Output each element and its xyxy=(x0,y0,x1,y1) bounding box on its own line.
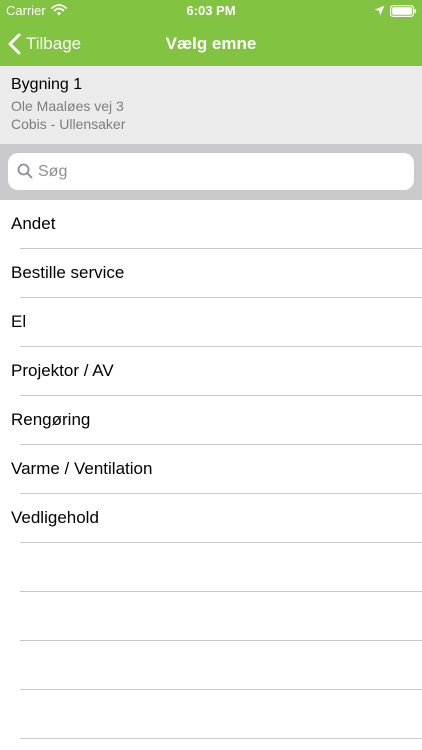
chevron-left-icon xyxy=(8,33,21,55)
topic-row-rengoring[interactable]: Rengøring xyxy=(0,396,422,445)
search-bar xyxy=(0,144,422,200)
building-company: Cobis - Ullensaker xyxy=(11,116,126,132)
topic-row-vedligehold[interactable]: Vedligehold xyxy=(0,494,422,543)
empty-row xyxy=(0,543,422,592)
topic-row-bestille-service[interactable]: Bestille service xyxy=(0,249,422,298)
empty-row xyxy=(0,690,422,739)
topic-label: El xyxy=(11,312,27,331)
topic-label: Vedligehold xyxy=(11,508,99,527)
battery-icon xyxy=(390,5,417,17)
topic-row-varme-ventilation[interactable]: Varme / Ventilation xyxy=(0,445,422,494)
topic-label: Andet xyxy=(11,214,56,233)
topic-label: Projektor / AV xyxy=(11,361,114,380)
topic-row-projektor-av[interactable]: Projektor / AV xyxy=(0,347,422,396)
row-separator xyxy=(20,738,422,739)
topic-row-el[interactable]: El xyxy=(0,298,422,347)
search-input[interactable] xyxy=(38,153,398,190)
location-icon xyxy=(374,5,385,16)
back-label: Tilbage xyxy=(26,34,82,53)
status-bar: Carrier 6:03 PM xyxy=(0,0,422,22)
topic-picker-screen: Carrier 6:03 PM Tilbage Vælg emne Bygnin… xyxy=(0,0,422,750)
topic-label: Varme / Ventilation xyxy=(11,459,153,478)
building-name: Bygning 1 xyxy=(11,76,83,93)
empty-row xyxy=(0,641,422,690)
topic-list: Andet Bestille service El Projektor / AV… xyxy=(0,200,422,739)
building-header: Bygning 1 Ole Maaløes vej 3 Cobis - Ulle… xyxy=(0,66,422,144)
topic-row-andet[interactable]: Andet xyxy=(0,200,422,249)
navigation-bar: Tilbage Vælg emne xyxy=(0,22,422,66)
search-field[interactable] xyxy=(8,153,414,190)
topic-label: Bestille service xyxy=(11,263,125,282)
search-icon xyxy=(17,163,33,179)
empty-row xyxy=(0,592,422,641)
topic-label: Rengøring xyxy=(11,410,91,429)
building-address: Ole Maaløes vej 3 xyxy=(11,98,124,114)
top-bar: Carrier 6:03 PM Tilbage Vælg emne xyxy=(0,0,422,66)
back-button[interactable]: Tilbage xyxy=(8,22,81,66)
status-time: 6:03 PM xyxy=(186,3,236,18)
